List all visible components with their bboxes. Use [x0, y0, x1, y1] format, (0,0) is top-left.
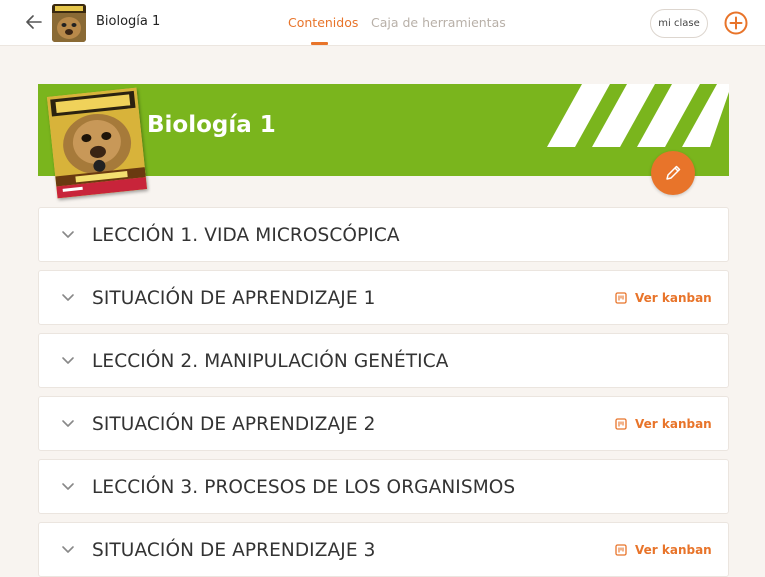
unit-title: LECCIÓN 3. PROCESOS DE LOS ORGANISMOS: [92, 477, 516, 498]
banner-title: Biología 1: [147, 112, 276, 138]
unit-title: SITUACIÓN DE APRENDIZAJE 3: [92, 540, 376, 561]
unit-title: LECCIÓN 1. VIDA MICROSCÓPICA: [92, 225, 400, 246]
back-arrow-icon[interactable]: [22, 10, 46, 34]
chevron-down-icon[interactable]: [61, 544, 75, 554]
unit-title: LECCIÓN 2. MANIPULACIÓN GENÉTICA: [92, 351, 449, 372]
edit-course-button[interactable]: [651, 151, 695, 195]
unit-row[interactable]: SITUACIÓN DE APRENDIZAJE 1 Ver kanban: [38, 270, 729, 325]
ver-kanban-label: Ver kanban: [635, 291, 712, 305]
kanban-board-icon: [615, 292, 627, 304]
active-tab-indicator: [311, 42, 328, 45]
unit-list: LECCIÓN 1. VIDA MICROSCÓPICA SITUACIÓN D…: [38, 207, 729, 577]
ver-kanban-label: Ver kanban: [635, 543, 712, 557]
chevron-down-icon[interactable]: [61, 292, 75, 302]
unit-row[interactable]: SITUACIÓN DE APRENDIZAJE 3 Ver kanban: [38, 522, 729, 577]
unit-row[interactable]: SITUACIÓN DE APRENDIZAJE 2 Ver kanban: [38, 396, 729, 451]
mi-clase-button[interactable]: mi clase: [650, 9, 708, 38]
course-title: Biología 1: [96, 14, 161, 29]
course-cover-image: [46, 87, 148, 199]
pencil-icon: [666, 165, 681, 180]
course-thumbnail: [52, 4, 86, 42]
ver-kanban-link[interactable]: Ver kanban: [615, 291, 712, 305]
unit-row[interactable]: LECCIÓN 1. VIDA MICROSCÓPICA: [38, 207, 729, 262]
ver-kanban-label: Ver kanban: [635, 417, 712, 431]
chevron-down-icon[interactable]: [61, 481, 75, 491]
unit-title: SITUACIÓN DE APRENDIZAJE 2: [92, 414, 376, 435]
tab-contenidos[interactable]: Contenidos: [288, 15, 358, 30]
kanban-board-icon: [615, 418, 627, 430]
ver-kanban-link[interactable]: Ver kanban: [615, 417, 712, 431]
chevron-down-icon[interactable]: [61, 229, 75, 239]
kanban-board-icon: [615, 544, 627, 556]
unit-row[interactable]: LECCIÓN 2. MANIPULACIÓN GENÉTICA: [38, 333, 729, 388]
top-bar: Biología 1 Contenidos Caja de herramient…: [0, 0, 765, 46]
tab-caja-de-herramientas[interactable]: Caja de herramientas: [371, 15, 506, 30]
unit-title: SITUACIÓN DE APRENDIZAJE 1: [92, 288, 376, 309]
unit-row[interactable]: LECCIÓN 3. PROCESOS DE LOS ORGANISMOS: [38, 459, 729, 514]
chevron-down-icon[interactable]: [61, 418, 75, 428]
chevron-down-icon[interactable]: [61, 355, 75, 365]
ver-kanban-link[interactable]: Ver kanban: [615, 543, 712, 557]
add-circle-icon[interactable]: [724, 11, 748, 35]
